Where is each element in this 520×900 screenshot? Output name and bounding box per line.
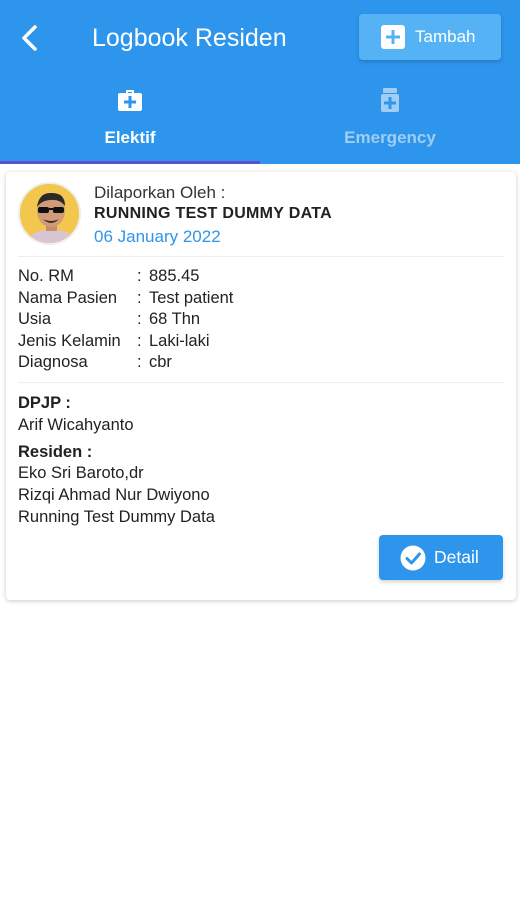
field-label: Nama Pasien: [18, 288, 118, 307]
info-row-diagnosa: Diagnosa : cbr: [18, 352, 233, 374]
reporter-name: RUNNING TEST DUMMY DATA: [94, 205, 333, 222]
plus-square-icon: [381, 25, 405, 49]
reported-by-label: Dilaporkan Oleh :: [94, 183, 226, 202]
info-row-no-rm: No. RM : 885.45: [18, 266, 233, 288]
chevron-left-icon: [22, 25, 37, 51]
medicine-bottle-icon: [381, 88, 399, 112]
tab-emergency-label: Emergency: [344, 128, 436, 147]
field-separator: :: [137, 353, 142, 371]
tab-elektif[interactable]: Elektif: [0, 80, 260, 164]
medical-bag-icon: [118, 90, 142, 111]
field-label: Usia: [18, 310, 52, 328]
check-circle-icon: [400, 545, 426, 570]
app-bar: Logbook Residen Tambah Elektif Emergency: [0, 0, 520, 164]
field-value: Laki-laki: [149, 331, 210, 350]
field-separator: :: [137, 310, 142, 328]
tab-emergency[interactable]: Emergency: [260, 80, 520, 164]
field-value: 68 Thn: [149, 310, 201, 328]
field-label: Diagnosa: [18, 353, 88, 371]
residen-label: Residen :: [18, 443, 93, 461]
back-button[interactable]: [14, 20, 46, 56]
field-separator: :: [137, 267, 142, 285]
dpjp-label: DPJP :: [18, 394, 71, 412]
field-value: cbr: [149, 353, 172, 371]
info-row-jenis-kelamin: Jenis Kelamin : Laki-laki: [18, 331, 233, 353]
field-value: Test patient: [149, 288, 234, 307]
report-date: 06 January 2022: [94, 227, 221, 246]
page-title: Logbook Residen: [92, 24, 287, 52]
residen-item: Rizqi Ahmad Nur Dwiyono: [18, 486, 210, 504]
field-label: No. RM: [18, 267, 74, 285]
field-separator: :: [137, 288, 142, 307]
residen-item: Running Test Dummy Data: [18, 508, 215, 526]
add-button-label: Tambah: [415, 27, 476, 46]
field-separator: :: [137, 331, 142, 350]
patient-info: No. RM : 885.45 Nama Pasien : Test patie…: [18, 266, 233, 374]
residen-item: Eko Sri Baroto,dr: [18, 464, 144, 482]
divider: [18, 382, 504, 383]
detail-button-label: Detail: [434, 547, 479, 567]
avatar: [18, 182, 81, 245]
logbook-card: Dilaporkan Oleh : RUNNING TEST DUMMY DAT…: [6, 172, 516, 600]
divider: [18, 256, 504, 257]
info-row-usia: Usia : 68 Thn: [18, 309, 233, 331]
add-button[interactable]: Tambah: [359, 14, 501, 60]
active-tab-indicator: [0, 161, 260, 164]
info-row-nama-pasien: Nama Pasien : Test patient: [18, 288, 233, 310]
field-label: Jenis Kelamin: [18, 331, 121, 350]
dpjp-name: Arif Wicahyanto: [18, 416, 134, 434]
tab-elektif-label: Elektif: [104, 128, 156, 147]
field-value: 885.45: [149, 267, 200, 285]
detail-button[interactable]: Detail: [379, 535, 503, 580]
